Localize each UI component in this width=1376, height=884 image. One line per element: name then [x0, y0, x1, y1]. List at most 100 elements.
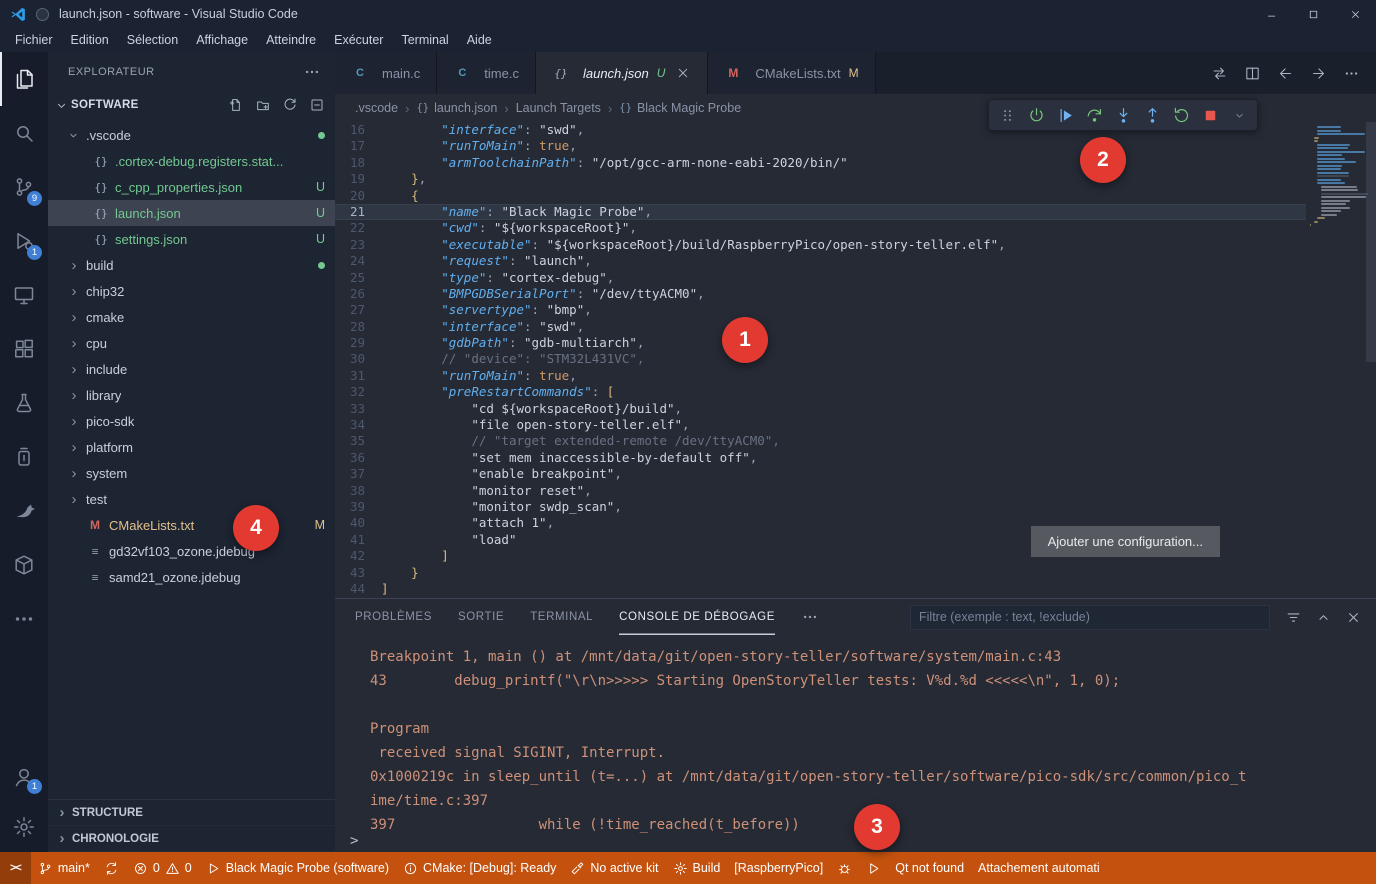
tree-item-cmakelists-txt[interactable]: MCMakeLists.txtM — [48, 512, 335, 538]
status-cmake-build[interactable]: Build — [666, 852, 728, 884]
code-line-18[interactable]: 18 "armToolchainPath": "/opt/gcc-arm-non… — [335, 155, 1306, 171]
tab-cmakelists-txt[interactable]: MCMakeLists.txtM — [708, 52, 875, 94]
status-debug-config[interactable]: Black Magic Probe (software) — [199, 852, 396, 884]
tree-item-c-cpp-properties-json[interactable]: {}c_cpp_properties.jsonU — [48, 174, 335, 200]
chevron-up-button[interactable] — [1315, 609, 1332, 626]
code-line-44[interactable]: 44] — [335, 581, 1306, 597]
status-cmake-debug[interactable] — [830, 852, 859, 884]
activity-source-control[interactable]: 9 — [0, 160, 48, 214]
breadcrumb-item-launch-json[interactable]: {}launch.json — [416, 101, 497, 115]
tree-item-system[interactable]: ›system — [48, 460, 335, 486]
close-icon[interactable] — [675, 65, 691, 81]
console-prompt[interactable]: > — [350, 833, 358, 849]
restart-button[interactable] — [1169, 103, 1193, 127]
status-cmake-target[interactable]: [RaspberryPico] — [727, 852, 830, 884]
split-editor-button[interactable] — [1244, 65, 1261, 82]
code-line-30[interactable]: 30 // "device": "STM32L431VC", — [335, 351, 1306, 367]
menu-atteindre[interactable]: Atteindre — [257, 33, 325, 47]
panel-tab-problemes[interactable]: PROBLÈMES — [355, 599, 432, 635]
code-line-22[interactable]: 22 "cwd": "${workspaceRoot}", — [335, 220, 1306, 236]
activity-remote-explorer[interactable] — [0, 268, 48, 322]
tab-time-c[interactable]: Ctime.c — [437, 52, 536, 94]
status-qt-status[interactable]: Qt not found — [888, 852, 971, 884]
activity-explorer[interactable] — [0, 52, 48, 106]
tree-item-build[interactable]: ›build — [48, 252, 335, 278]
code-line-32[interactable]: 32 "preRestartCommands": [ — [335, 384, 1306, 400]
section-structure[interactable]: ›STRUCTURE — [48, 800, 335, 826]
open-changes-button[interactable] — [1211, 65, 1228, 82]
menu-edition[interactable]: Edition — [62, 33, 118, 47]
tree-item-cpu[interactable]: ›cpu — [48, 330, 335, 356]
continue-button[interactable] — [1053, 103, 1077, 127]
tab-main-c[interactable]: Cmain.c — [335, 52, 437, 94]
status-cmake-kit[interactable]: No active kit — [563, 852, 665, 884]
close-button[interactable] — [1334, 0, 1376, 28]
tree-item-cortex-debug-registers-stat[interactable]: {}.cortex-debug.registers.stat... — [48, 148, 335, 174]
tree-item-gd32vf103-ozone-jdebug[interactable]: ≡gd32vf103_ozone.jdebug — [48, 538, 335, 564]
activity-run-debug[interactable]: 1 — [0, 214, 48, 268]
more-icon[interactable] — [801, 608, 819, 626]
status-cmake-status[interactable]: CMake: [Debug]: Ready — [396, 852, 563, 884]
code-line-35[interactable]: 35 // "target extended-remote /dev/ttyAC… — [335, 433, 1306, 449]
minimize-button[interactable] — [1250, 0, 1292, 28]
code-editor[interactable]: 16 "interface": "swd",17 "runToMain": tr… — [335, 122, 1376, 598]
tree-item-include[interactable]: ›include — [48, 356, 335, 382]
activity-containers[interactable] — [0, 538, 48, 592]
code-line-28[interactable]: 28 "interface": "swd", — [335, 319, 1306, 335]
tree-item-samd21-ozone-jdebug[interactable]: ≡samd21_ozone.jdebug — [48, 564, 335, 590]
stop-button[interactable] — [1198, 103, 1222, 127]
scrollbar[interactable] — [1366, 122, 1376, 362]
activity-test-adapter[interactable] — [0, 430, 48, 484]
menu-terminal[interactable]: Terminal — [392, 33, 457, 47]
code-line-26[interactable]: 26 "BMPGDBSerialPort": "/dev/ttyACM0", — [335, 286, 1306, 302]
code-line-31[interactable]: 31 "runToMain": true, — [335, 368, 1306, 384]
code-line-21[interactable]: 21 "name": "Black Magic Probe", — [335, 204, 1306, 220]
status-problems[interactable]: 00 — [126, 852, 199, 884]
tree-item-platform[interactable]: ›platform — [48, 434, 335, 460]
section-chronologie[interactable]: ›CHRONOLOGIE — [48, 826, 335, 852]
code-line-38[interactable]: 38 "monitor reset", — [335, 483, 1306, 499]
add-configuration-button[interactable]: Ajouter une configuration... — [1031, 526, 1220, 557]
tree-item-settings-json[interactable]: {}settings.jsonU — [48, 226, 335, 252]
tree-item-vscode[interactable]: ›.vscode — [48, 122, 335, 148]
close-button[interactable] — [1345, 609, 1362, 626]
code-line-33[interactable]: 33 "cd ${workspaceRoot}/build", — [335, 401, 1306, 417]
filter-lines-button[interactable] — [1285, 609, 1302, 626]
tree-item-library[interactable]: ›library — [48, 382, 335, 408]
code-line-17[interactable]: 17 "runToMain": true, — [335, 138, 1306, 154]
code-line-43[interactable]: 43 } — [335, 565, 1306, 581]
panel-tab-console-de-debogage[interactable]: CONSOLE DE DÉBOGAGE — [619, 599, 775, 635]
activity-additional-views[interactable] — [0, 592, 48, 646]
code-line-25[interactable]: 25 "type": "cortex-debug", — [335, 270, 1306, 286]
menu-executer[interactable]: Exécuter — [325, 33, 392, 47]
activity-testing[interactable] — [0, 376, 48, 430]
new-file-button[interactable] — [228, 97, 244, 113]
menu-fichier[interactable]: Fichier — [6, 33, 62, 47]
new-folder-button[interactable] — [255, 97, 271, 113]
step-out-button[interactable] — [1140, 103, 1164, 127]
menu-aide[interactable]: Aide — [458, 33, 501, 47]
step-over-button[interactable] — [1082, 103, 1106, 127]
activity-extensions[interactable] — [0, 322, 48, 376]
status-cmake-launch[interactable] — [859, 852, 888, 884]
tree-item-test[interactable]: ›test — [48, 486, 335, 512]
refresh-button[interactable] — [282, 97, 298, 113]
panel-tab-sortie[interactable]: SORTIE — [458, 599, 504, 635]
breadcrumb-item-black-magic-probe[interactable]: {}Black Magic Probe — [619, 101, 741, 115]
panel-tab-terminal[interactable]: TERMINAL — [530, 599, 593, 635]
menu-selection[interactable]: Sélection — [118, 33, 187, 47]
activity-accounts[interactable]: 1 — [0, 752, 48, 802]
debug-console[interactable]: Breakpoint 1, main () at /mnt/data/git/o… — [335, 635, 1250, 852]
tree-item-launch-json[interactable]: {}launch.jsonU — [48, 200, 335, 226]
status-sync[interactable] — [97, 852, 126, 884]
menu-affichage[interactable]: Affichage — [187, 33, 257, 47]
more-button[interactable] — [1343, 65, 1360, 82]
arrow-right-button[interactable] — [1310, 65, 1327, 82]
code-line-37[interactable]: 37 "enable breakpoint", — [335, 466, 1306, 482]
tab-launch-json[interactable]: {}launch.jsonU — [536, 52, 708, 94]
filter-input[interactable] — [910, 605, 1270, 630]
code-line-27[interactable]: 27 "servertype": "bmp", — [335, 302, 1306, 318]
code-line-19[interactable]: 19 }, — [335, 171, 1306, 187]
status-branch[interactable]: main* — [31, 852, 97, 884]
breadcrumb-item-vscode[interactable]: .vscode — [355, 101, 398, 115]
